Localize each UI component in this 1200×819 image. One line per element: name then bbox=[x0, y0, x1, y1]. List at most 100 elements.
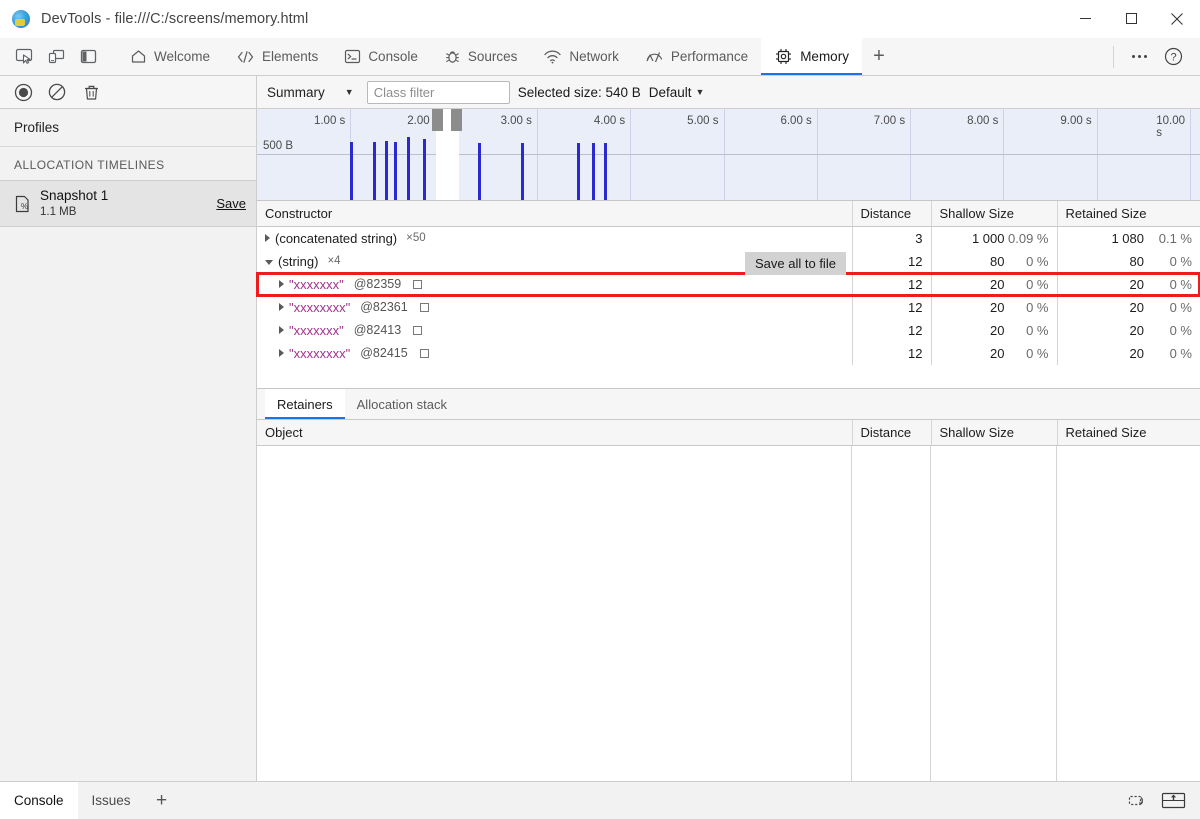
timeline-allocation-bar bbox=[350, 142, 353, 200]
timeline-selection-handle-right[interactable] bbox=[451, 109, 462, 131]
devtools-body: Profiles ALLOCATION TIMELINES % Snapshot… bbox=[0, 109, 1200, 781]
expand-triangle-icon[interactable] bbox=[279, 303, 284, 311]
column-header-retained-size[interactable]: Retained Size bbox=[1057, 420, 1200, 446]
tab-performance[interactable]: Performance bbox=[632, 38, 761, 75]
tab-label: Issues bbox=[92, 793, 131, 808]
object-reveal-icon[interactable] bbox=[413, 280, 422, 289]
retainers-col-shallow bbox=[931, 446, 1057, 781]
clear-slash-icon[interactable] bbox=[42, 79, 72, 105]
object-reveal-icon[interactable] bbox=[420, 303, 429, 312]
tab-sources[interactable]: Sources bbox=[431, 38, 531, 75]
allocation-timeline-overview[interactable]: 1.00 s2.00 s3.00 s4.00 s5.00 s6.00 s7.00… bbox=[257, 109, 1200, 201]
profile-percent-icon: % bbox=[12, 193, 32, 215]
help-question-icon[interactable]: ? bbox=[1156, 42, 1190, 72]
dock-panel-icon[interactable] bbox=[72, 42, 104, 72]
value: 20 bbox=[1092, 346, 1144, 361]
table-row[interactable]: "xxxxxxxx"@8236112200 %200 % bbox=[257, 296, 1200, 319]
save-all-to-file-button[interactable]: Save all to file bbox=[745, 252, 846, 275]
device-toggle-icon[interactable] bbox=[40, 42, 72, 72]
add-tab-button[interactable]: + bbox=[862, 38, 896, 75]
tab-console[interactable]: Console bbox=[331, 38, 431, 75]
timeline-selection-handle-left[interactable] bbox=[432, 109, 443, 131]
detail-tabs: Retainers Allocation stack bbox=[257, 389, 1200, 420]
timeline-tick-label: 9.00 s bbox=[1060, 115, 1096, 127]
column-header-constructor[interactable]: Constructor bbox=[257, 201, 852, 227]
tab-allocation-stack[interactable]: Allocation stack bbox=[345, 389, 459, 419]
percent: 0 % bbox=[1144, 323, 1192, 338]
column-header-retained-size[interactable]: Retained Size bbox=[1057, 201, 1200, 227]
tab-elements[interactable]: Elements bbox=[223, 38, 331, 75]
table-row[interactable]: (concatenated string)×5031 0000.09 %1 08… bbox=[257, 227, 1200, 250]
maximize-button[interactable] bbox=[1108, 0, 1154, 38]
constructor-name: "xxxxxxx" bbox=[289, 323, 344, 338]
bug-icon bbox=[444, 48, 461, 65]
tab-label: Elements bbox=[262, 49, 318, 64]
sidebar-item-texts: Snapshot 1 1.1 MB bbox=[40, 188, 108, 219]
constructor-name: "xxxxxxx" bbox=[289, 277, 344, 292]
drawer-add-tab-button[interactable]: + bbox=[145, 782, 179, 819]
minimize-button[interactable] bbox=[1062, 0, 1108, 38]
column-header-shallow-size[interactable]: Shallow Size bbox=[931, 420, 1057, 446]
base-snapshot-select[interactable]: Default ▼ bbox=[649, 85, 705, 100]
column-header-distance[interactable]: Distance bbox=[852, 201, 931, 227]
tab-welcome[interactable]: Welcome bbox=[117, 38, 223, 75]
record-circle-icon[interactable] bbox=[8, 79, 38, 105]
import-profile-icon[interactable] bbox=[1158, 789, 1188, 813]
memory-toolbar-controls: Summary ▼ Selected size: 540 B Default ▼ bbox=[257, 81, 1200, 104]
object-reveal-icon[interactable] bbox=[420, 349, 429, 358]
tab-memory[interactable]: Memory bbox=[761, 38, 862, 75]
cell-shallow-size: 200 % bbox=[931, 342, 1057, 365]
value: 20 bbox=[959, 300, 1005, 315]
object-reveal-icon[interactable] bbox=[413, 326, 422, 335]
inspect-cursor-icon[interactable] bbox=[8, 42, 40, 72]
timeline-tick-label: 3.00 s bbox=[501, 115, 537, 127]
dock-rotate-icon[interactable] bbox=[1122, 789, 1152, 813]
drawer-tab-issues[interactable]: Issues bbox=[78, 782, 145, 819]
column-header-object[interactable]: Object bbox=[257, 420, 852, 446]
timeline-allocation-bar bbox=[373, 142, 376, 200]
expand-triangle-icon[interactable] bbox=[279, 349, 284, 357]
expand-triangle-icon[interactable] bbox=[279, 280, 284, 288]
timeline-allocation-bar bbox=[604, 143, 607, 200]
timeline-allocation-bar bbox=[407, 137, 410, 200]
sidebar-item-snapshot-1[interactable]: % Snapshot 1 1.1 MB Save bbox=[0, 180, 256, 227]
constructor-name: "xxxxxxxx" bbox=[289, 300, 350, 315]
class-filter-input[interactable] bbox=[367, 81, 510, 104]
drawer-tab-console[interactable]: Console bbox=[0, 782, 78, 819]
constructor-count: ×50 bbox=[406, 232, 426, 244]
table-row[interactable]: "xxxxxxx"@8241312200 %200 % bbox=[257, 319, 1200, 342]
column-header-shallow-size[interactable]: Shallow Size bbox=[931, 201, 1057, 227]
cell-shallow-size: 200 % bbox=[931, 319, 1057, 342]
tab-network[interactable]: Network bbox=[530, 38, 632, 75]
object-id: @82413 bbox=[354, 323, 401, 337]
tab-label: Allocation stack bbox=[357, 397, 447, 412]
value: 80 bbox=[1092, 254, 1144, 269]
collapse-triangle-icon[interactable] bbox=[265, 260, 273, 265]
table-row[interactable]: (string)×4Save all to file12800 %800 % bbox=[257, 250, 1200, 273]
tab-label: Sources bbox=[468, 49, 518, 64]
close-button[interactable] bbox=[1154, 0, 1200, 38]
percent: 0 % bbox=[1005, 346, 1049, 361]
save-snapshot-link[interactable]: Save bbox=[216, 196, 246, 211]
tab-retainers[interactable]: Retainers bbox=[265, 389, 345, 419]
value: 1 080 bbox=[1092, 231, 1144, 246]
trash-icon[interactable] bbox=[76, 79, 106, 105]
percent: 0 % bbox=[1005, 254, 1049, 269]
cell-constructor: "xxxxxxxx"@82415 bbox=[257, 342, 852, 365]
more-options-icon[interactable] bbox=[1122, 42, 1156, 72]
view-mode-select[interactable]: Summary ▼ bbox=[265, 84, 359, 101]
table-row[interactable]: "xxxxxxx"@8235912200 %200 % bbox=[257, 273, 1200, 296]
tab-label: Network bbox=[569, 49, 619, 64]
console-prompt-icon bbox=[344, 48, 361, 65]
column-header-distance[interactable]: Distance bbox=[852, 420, 931, 446]
window-titlebar: DevTools - file:///C:/screens/memory.htm… bbox=[0, 0, 1200, 38]
retainers-table: Object Distance Shallow Size Retained Si… bbox=[257, 420, 1200, 446]
retainers-col-object bbox=[257, 446, 852, 781]
expand-triangle-icon[interactable] bbox=[279, 326, 284, 334]
table-row[interactable]: "xxxxxxxx"@8241512200 %200 % bbox=[257, 342, 1200, 365]
expand-triangle-icon[interactable] bbox=[265, 234, 270, 242]
svg-text:?: ? bbox=[1170, 52, 1176, 64]
chevron-down-icon: ▼ bbox=[696, 87, 705, 97]
drawer-right-actions bbox=[1122, 782, 1200, 819]
constructor-table: Constructor Distance Shallow Size Retain… bbox=[257, 201, 1200, 365]
